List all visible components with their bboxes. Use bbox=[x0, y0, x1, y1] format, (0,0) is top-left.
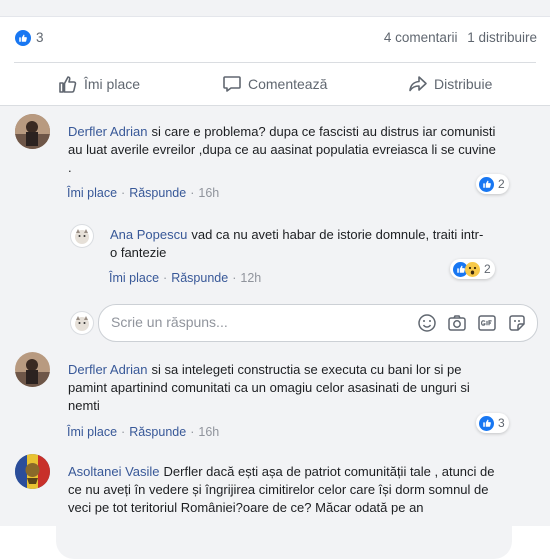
post-action-bar: Îmi place Comentează Distribuie bbox=[14, 62, 536, 105]
comment-time[interactable]: 12h bbox=[240, 271, 261, 285]
comment-reply-link[interactable]: Răspunde bbox=[129, 186, 186, 200]
reaction-count: 3 bbox=[498, 416, 505, 430]
avatar[interactable] bbox=[15, 454, 50, 489]
comment-button[interactable]: Comentează bbox=[222, 72, 327, 96]
like-button[interactable]: Îmi place bbox=[58, 72, 140, 96]
sticker-icon[interactable] bbox=[507, 313, 527, 333]
comment-bubble: Derfler Adrian si care e problema? dupa c… bbox=[56, 116, 512, 185]
comment-button-label: Comentează bbox=[248, 76, 328, 92]
comment-bubble: Ana Popescu vad ca nu aveti habar de isto… bbox=[98, 219, 498, 270]
comment-meta: Îmi place · Răspunde · 16h bbox=[67, 186, 220, 200]
comment-author[interactable]: Derfler Adrian bbox=[68, 124, 147, 139]
comment-reply-link[interactable]: Răspunde bbox=[171, 271, 228, 285]
share-count-link[interactable]: 1 distribuire bbox=[467, 30, 537, 45]
reply-input[interactable]: Scrie un răspuns... bbox=[98, 304, 538, 342]
comment-reactions[interactable]: 2 bbox=[476, 174, 509, 194]
avatar[interactable] bbox=[15, 352, 50, 387]
comment-author[interactable]: Asoltanei Vasile bbox=[68, 464, 160, 479]
top-divider bbox=[0, 0, 550, 17]
reaction-count: 2 bbox=[498, 177, 505, 191]
like-reaction-icon bbox=[479, 176, 494, 192]
comment-meta: Îmi place · Răspunde · 16h bbox=[67, 425, 220, 439]
emoji-icon[interactable] bbox=[417, 313, 437, 333]
comment-reactions[interactable]: 3 bbox=[476, 413, 509, 433]
comment-author[interactable]: Derfler Adrian bbox=[68, 362, 147, 377]
comment-meta: Îmi place · Răspunde · 12h bbox=[109, 271, 262, 285]
like-icon bbox=[59, 76, 77, 93]
comment-reactions[interactable]: 2 bbox=[450, 259, 495, 279]
share-button[interactable]: Distribuie bbox=[408, 72, 492, 96]
share-button-label: Distribuie bbox=[434, 76, 493, 92]
like-reaction-icon bbox=[479, 415, 494, 431]
comment-count-link[interactable]: 4 comentarii bbox=[384, 30, 458, 45]
gif-icon[interactable] bbox=[477, 313, 497, 333]
post-stats-bar: 3 4 comentarii 1 distribuire bbox=[0, 17, 550, 61]
comment-time[interactable]: 16h bbox=[198, 425, 219, 439]
comment-author[interactable]: Ana Popescu bbox=[110, 227, 187, 242]
comment-bubble: Derfler Adrian si sa intelegeti construct… bbox=[56, 354, 512, 423]
reply-input-placeholder: Scrie un răspuns... bbox=[111, 314, 228, 330]
comment-reply-link[interactable]: Răspunde bbox=[129, 425, 186, 439]
wow-reaction-icon bbox=[465, 261, 480, 277]
reaction-count: 2 bbox=[484, 262, 491, 276]
avatar[interactable] bbox=[70, 224, 94, 248]
comment-like-link[interactable]: Îmi place bbox=[67, 186, 117, 200]
share-icon bbox=[409, 76, 427, 92]
like-button-label: Îmi place bbox=[84, 76, 141, 92]
like-reaction-icon[interactable] bbox=[15, 30, 31, 46]
like-count[interactable]: 3 bbox=[36, 30, 44, 45]
comment-time[interactable]: 16h bbox=[198, 186, 219, 200]
avatar[interactable] bbox=[15, 114, 50, 149]
avatar bbox=[70, 311, 94, 335]
comment-bubble: Asoltanei Vasile Derfler dacă ești așa de… bbox=[56, 456, 512, 559]
comment-like-link[interactable]: Îmi place bbox=[109, 271, 159, 285]
comment-like-link[interactable]: Îmi place bbox=[67, 425, 117, 439]
comment-icon bbox=[223, 76, 241, 92]
camera-icon[interactable] bbox=[447, 313, 467, 333]
